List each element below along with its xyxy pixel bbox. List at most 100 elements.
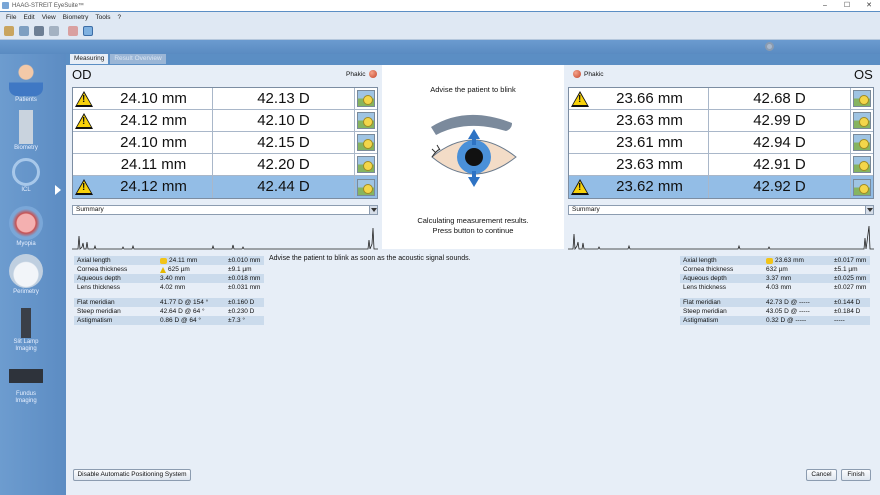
image-thumbnail-icon[interactable] bbox=[357, 90, 375, 107]
result-name: Flat meridian bbox=[77, 299, 115, 306]
axial-length-value: 23.61 mm bbox=[591, 132, 709, 153]
result-value: 23.63 mm bbox=[766, 256, 834, 265]
calculation-message-line1: Calculating measurement results. bbox=[417, 216, 529, 225]
image-thumbnail-icon[interactable] bbox=[853, 178, 871, 196]
measurement-row[interactable]: 23.66 mm42.68 D bbox=[569, 88, 873, 110]
image-thumbnail-icon[interactable] bbox=[853, 134, 871, 151]
nav-label: ICL bbox=[21, 187, 31, 193]
tab-result-overview[interactable]: Result Overview bbox=[110, 54, 166, 64]
menu-view[interactable]: View bbox=[42, 14, 56, 21]
axial-length-value: 23.63 mm bbox=[591, 110, 709, 131]
od-view-select[interactable]: Summary bbox=[72, 205, 378, 215]
result-tolerance: ±0.160 D bbox=[228, 299, 255, 306]
result-tolerance: ±0.027 mm bbox=[834, 284, 867, 291]
nav-icl[interactable]: ICL bbox=[6, 158, 46, 194]
result-tolerance: ±0.031 mm bbox=[228, 284, 261, 291]
result-row: Flat meridian 41.77 D @ 154 ° ±0.160 D bbox=[74, 298, 264, 307]
os-view-select[interactable]: Summary bbox=[568, 205, 874, 215]
measurement-row[interactable]: 24.11 mm 42.20 D bbox=[73, 154, 377, 176]
nav-myopia[interactable]: Myopia bbox=[6, 206, 46, 248]
image-thumbnail-icon[interactable] bbox=[357, 178, 375, 196]
measurement-row[interactable]: 23.61 mm 42.94 D bbox=[569, 132, 873, 154]
nav-slit-lamp[interactable]: Slit Lamp Imaging bbox=[6, 308, 46, 353]
warning-icon bbox=[571, 90, 589, 107]
warning-cell bbox=[569, 110, 591, 131]
nav-biometry[interactable]: Biometry bbox=[6, 110, 46, 152]
nav-perimetry[interactable]: Perimetry bbox=[6, 254, 46, 296]
result-tolerance: ±0.010 mm bbox=[228, 257, 261, 264]
result-row: Astigmatism 0.86 D @ 64 ° ±7.3 ° bbox=[74, 316, 264, 325]
warning-cell bbox=[569, 88, 591, 109]
disable-aps-button[interactable]: Disable Automatic Positioning System bbox=[73, 469, 191, 481]
measurement-row[interactable]: 23.63 mm 42.99 D bbox=[569, 110, 873, 132]
image-thumbnail-icon[interactable] bbox=[853, 112, 871, 129]
keratometry-value: 42.92 D bbox=[709, 176, 851, 198]
result-value: 632 µm bbox=[766, 265, 834, 274]
menu-biometry[interactable]: Biometry bbox=[63, 14, 89, 21]
printer-icon[interactable] bbox=[34, 26, 44, 36]
result-value-text: 23.63 mm bbox=[775, 257, 804, 264]
result-tolerance: ±9.1 µm bbox=[228, 266, 252, 273]
minimize-button[interactable]: – bbox=[814, 0, 836, 11]
image-thumbnail-icon[interactable] bbox=[853, 156, 871, 173]
measurement-row[interactable]: 24.12 mm42.10 D bbox=[73, 110, 377, 132]
wand-icon[interactable] bbox=[4, 26, 14, 36]
od-acoustic-signal bbox=[72, 227, 378, 250]
image-thumbnail-icon[interactable] bbox=[357, 156, 375, 173]
result-value: 43.05 D @ ----- bbox=[766, 307, 834, 316]
result-name: Cornea thickness bbox=[77, 266, 128, 273]
od-label: OD bbox=[72, 67, 92, 82]
result-value-text: 632 µm bbox=[766, 266, 788, 273]
measurement-row[interactable]: 24.10 mm 42.15 D bbox=[73, 132, 377, 154]
os-results: Axial length 23.63 mm ±0.017 mm Cornea thic… bbox=[680, 256, 870, 325]
measurement-row[interactable]: 24.12 mm42.44 D bbox=[73, 176, 377, 198]
image-thumbnail-icon[interactable] bbox=[357, 112, 375, 129]
result-row: Cornea thickness 625 µm ±9.1 µm bbox=[74, 265, 264, 274]
image-icon[interactable] bbox=[19, 26, 29, 36]
result-row: Steep meridian 42.64 D @ 64 ° ±0.230 D bbox=[74, 307, 264, 316]
warning-icon bbox=[75, 90, 93, 107]
nav-fundus[interactable]: Fundus Imaging bbox=[6, 362, 46, 405]
image-cell bbox=[851, 132, 873, 153]
keratometry-value: 42.68 D bbox=[709, 88, 851, 109]
chevron-down-icon bbox=[865, 206, 873, 214]
close-button[interactable]: ✕ bbox=[858, 0, 880, 11]
tab-bar: Measuring Result Overview bbox=[70, 54, 168, 65]
record-icon[interactable] bbox=[68, 26, 78, 36]
result-name: Axial length bbox=[77, 257, 111, 264]
image-thumbnail-icon[interactable] bbox=[853, 90, 871, 107]
warning-cell bbox=[73, 110, 95, 131]
axial-length-value: 24.10 mm bbox=[95, 132, 213, 153]
result-tolerance: ----- bbox=[834, 317, 845, 324]
tab-measuring[interactable]: Measuring bbox=[70, 54, 109, 64]
nav-label: Myopia bbox=[16, 241, 36, 247]
os-acoustic-signal bbox=[568, 225, 874, 250]
measurement-row[interactable]: 23.62 mm42.92 D bbox=[569, 176, 873, 198]
warning-icon bbox=[571, 179, 589, 195]
menu-tools[interactable]: Tools bbox=[95, 14, 110, 21]
app-icon bbox=[2, 2, 9, 9]
nav-label: Biometry bbox=[14, 145, 38, 151]
cancel-button[interactable]: Cancel bbox=[806, 469, 837, 481]
menu-help[interactable]: ? bbox=[118, 14, 122, 21]
maximize-button[interactable]: ☐ bbox=[836, 0, 858, 11]
os-label: OS bbox=[854, 67, 873, 82]
gear-icon[interactable] bbox=[765, 42, 774, 51]
menu-edit[interactable]: Edit bbox=[23, 14, 34, 21]
delete-icon[interactable] bbox=[49, 26, 59, 36]
result-row: Axial length 24.11 mm ±0.010 mm bbox=[74, 256, 264, 265]
finish-button[interactable]: Finish bbox=[841, 469, 871, 481]
result-value: 3.40 mm bbox=[160, 274, 228, 283]
measurement-row[interactable]: 23.63 mm 42.91 D bbox=[569, 154, 873, 176]
warning-icon bbox=[75, 179, 93, 195]
result-tolerance: ±0.018 mm bbox=[228, 275, 261, 282]
zoom-icon[interactable] bbox=[83, 26, 93, 36]
keratometry-value: 42.94 D bbox=[709, 132, 851, 153]
nav-patients[interactable]: Patients bbox=[6, 62, 46, 104]
image-thumbnail-icon[interactable] bbox=[357, 134, 375, 151]
measurement-row[interactable]: 24.10 mm42.13 D bbox=[73, 88, 377, 110]
keratometry-value: 42.13 D bbox=[213, 88, 355, 109]
fundus-camera-icon bbox=[9, 362, 43, 390]
keratometry-value: 42.44 D bbox=[213, 176, 355, 198]
menu-file[interactable]: File bbox=[6, 14, 16, 21]
